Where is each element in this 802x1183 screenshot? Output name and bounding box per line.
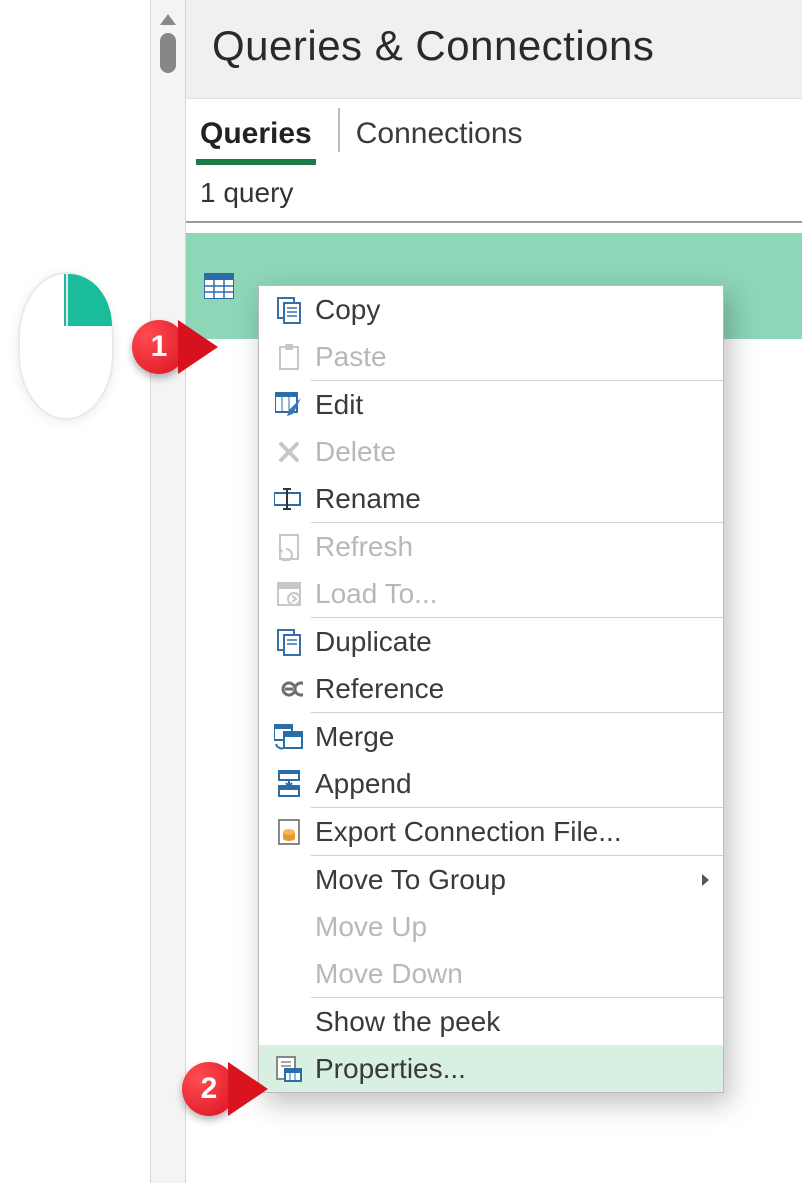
menu-rename[interactable]: Rename (259, 475, 723, 522)
callout-2: 2 (182, 1062, 236, 1116)
menu-copy[interactable]: Copy (259, 286, 723, 333)
table-icon (204, 273, 234, 299)
menu-move-up: Move Up (259, 903, 723, 950)
menu-export-connection[interactable]: Export Connection File... (259, 808, 723, 855)
paste-icon (269, 341, 309, 373)
callout-2-number: 2 (201, 1072, 218, 1106)
menu-reference-label: Reference (309, 673, 709, 705)
menu-refresh: Refresh (259, 523, 723, 570)
menu-move-down: Move Down (259, 950, 723, 997)
menu-rename-label: Rename (309, 483, 709, 515)
mouse-icon (18, 272, 114, 420)
append-icon (269, 768, 309, 800)
menu-reference[interactable]: Reference (259, 665, 723, 712)
menu-load-to-label: Load To... (309, 578, 709, 610)
menu-append[interactable]: Append (259, 760, 723, 807)
menu-edit-label: Edit (309, 389, 709, 421)
export-connection-icon (269, 816, 309, 848)
menu-move-to-group[interactable]: Move To Group (259, 856, 723, 903)
refresh-icon (269, 531, 309, 563)
pane-title: Queries & Connections (212, 22, 776, 70)
menu-refresh-label: Refresh (309, 531, 709, 563)
menu-move-down-label: Move Down (309, 958, 709, 990)
load-to-icon (269, 578, 309, 610)
scroll-thumb[interactable] (160, 33, 176, 73)
menu-merge-label: Merge (309, 721, 709, 753)
menu-edit[interactable]: Edit (259, 381, 723, 428)
submenu-arrow-icon (702, 874, 709, 886)
pane-tabs: Queries Connections (186, 99, 802, 163)
pane-header: Queries & Connections (186, 0, 802, 99)
context-menu: Copy Paste Edit Delete Rename Refresh (258, 285, 724, 1093)
menu-export-connection-label: Export Connection File... (309, 816, 709, 848)
query-count-label: 1 query (186, 163, 802, 223)
menu-merge[interactable]: Merge (259, 713, 723, 760)
callout-1: 1 (132, 320, 186, 374)
menu-properties[interactable]: Properties... (259, 1045, 723, 1092)
delete-icon (269, 436, 309, 468)
menu-paste: Paste (259, 333, 723, 380)
menu-show-peek[interactable]: Show the peek (259, 998, 723, 1045)
vertical-scrollbar[interactable] (150, 0, 186, 1183)
tab-queries[interactable]: Queries (198, 113, 324, 163)
menu-duplicate-label: Duplicate (309, 626, 709, 658)
copy-icon (269, 294, 309, 326)
properties-icon (269, 1053, 309, 1085)
menu-paste-label: Paste (309, 341, 709, 373)
menu-move-to-group-label: Move To Group (309, 864, 702, 896)
menu-load-to: Load To... (259, 570, 723, 617)
menu-move-up-label: Move Up (309, 911, 709, 943)
menu-show-peek-label: Show the peek (309, 1006, 709, 1038)
reference-icon (269, 673, 309, 705)
rename-icon (269, 483, 309, 515)
edit-icon (269, 389, 309, 421)
menu-append-label: Append (309, 768, 709, 800)
menu-properties-label: Properties... (309, 1053, 709, 1085)
scroll-up-icon[interactable] (160, 14, 176, 25)
menu-copy-label: Copy (309, 294, 709, 326)
tab-connections[interactable]: Connections (354, 113, 535, 163)
merge-icon (269, 721, 309, 753)
menu-delete: Delete (259, 428, 723, 475)
callout-1-number: 1 (151, 330, 168, 364)
duplicate-icon (269, 626, 309, 658)
menu-delete-label: Delete (309, 436, 709, 468)
tab-separator (338, 108, 340, 152)
menu-duplicate[interactable]: Duplicate (259, 618, 723, 665)
